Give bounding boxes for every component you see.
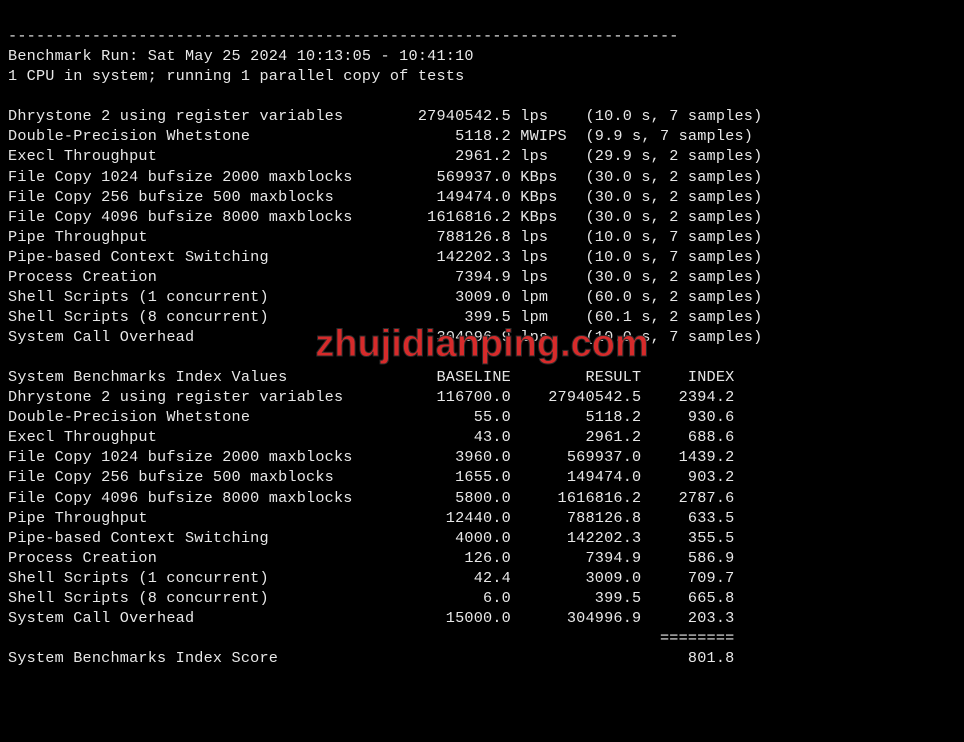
- index-values-block: System Benchmarks Index Values BASELINE …: [8, 368, 735, 627]
- divider-line: ----------------------------------------…: [8, 27, 679, 45]
- terminal-output: ----------------------------------------…: [0, 0, 964, 688]
- benchmark-run-line: Benchmark Run: Sat May 25 2024 10:13:05 …: [8, 47, 474, 65]
- cpu-info-line: 1 CPU in system; running 1 parallel copy…: [8, 67, 464, 85]
- index-score-block: ======== System Benchmarks Index Score 8…: [8, 629, 735, 667]
- raw-results-block: Dhrystone 2 using register variables 279…: [8, 107, 762, 346]
